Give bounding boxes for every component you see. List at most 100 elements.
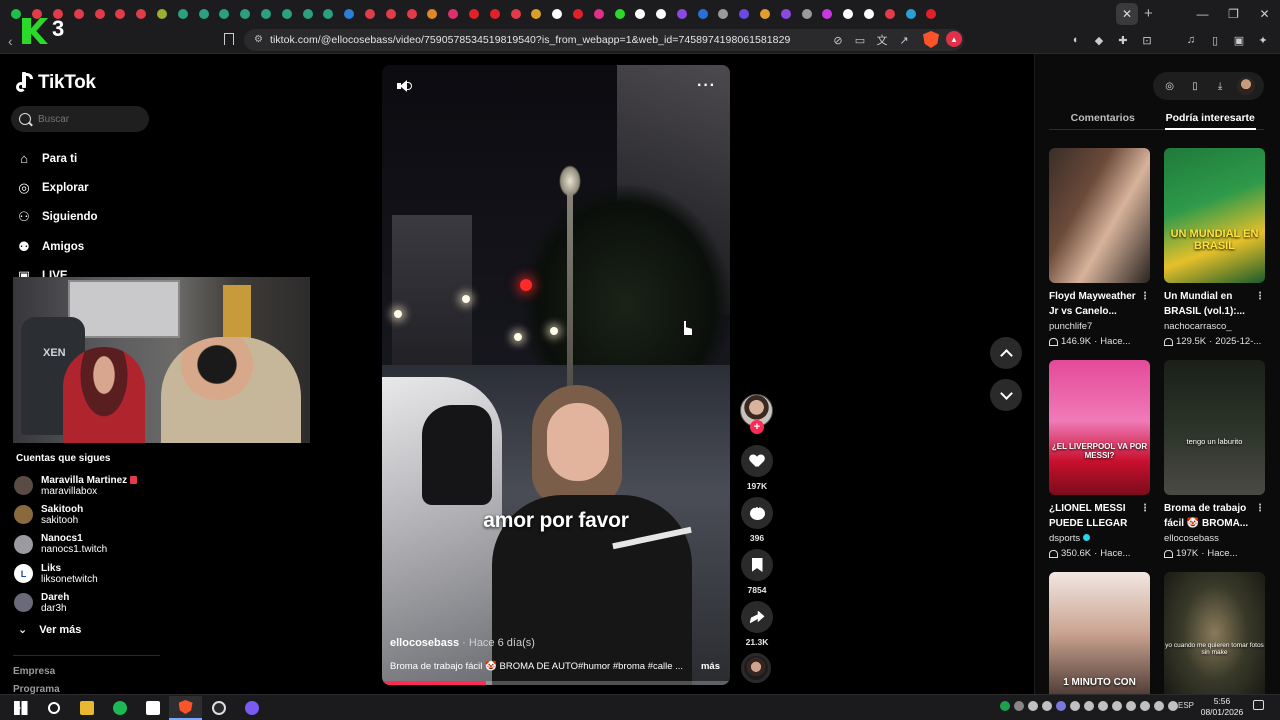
video-author-name[interactable]: ellocosebass <box>390 637 459 649</box>
browser-tab[interactable] <box>443 0 464 27</box>
suggested-video-card[interactable]: ¿EL LIVERPOOL VA POR MESSI? ¿LIONEL MESS… <box>1049 360 1150 559</box>
taskbar-search-button[interactable] <box>37 696 70 720</box>
browser-tab[interactable] <box>172 0 193 27</box>
cast-icon[interactable]: ▭ <box>852 32 868 48</box>
browser-tab[interactable] <box>401 0 422 27</box>
description-more-link[interactable]: más <box>701 661 720 672</box>
file-explorer-button[interactable] <box>70 696 103 720</box>
next-video-button[interactable] <box>990 379 1022 411</box>
tray-app-icon[interactable] <box>1140 701 1150 711</box>
search-input[interactable] <box>38 113 138 125</box>
start-button[interactable] <box>4 696 37 720</box>
browser-tab[interactable] <box>152 0 173 27</box>
suggested-video-card[interactable]: yo cuando me quieren tomar fotos sin mak… <box>1164 572 1265 694</box>
volume-icon[interactable] <box>396 78 412 94</box>
followed-account[interactable]: Sakitooh sakitooh <box>14 500 137 529</box>
browser-tab[interactable] <box>734 0 755 27</box>
browser-tab[interactable] <box>297 0 318 27</box>
maximize-button[interactable]: ❐ <box>1218 0 1249 27</box>
reader-icon[interactable]: ⊘ <box>830 32 846 48</box>
browser-tab[interactable] <box>651 0 672 27</box>
tray-app-icon[interactable] <box>1028 701 1038 711</box>
browser-tab[interactable] <box>193 0 214 27</box>
browser-tab[interactable] <box>360 0 381 27</box>
browser-tab[interactable] <box>276 0 297 27</box>
obs-button[interactable] <box>202 696 235 720</box>
browser-tab[interactable] <box>900 0 921 27</box>
minimize-button[interactable]: — <box>1187 0 1218 27</box>
translate-icon[interactable]: 文 <box>874 32 890 48</box>
browser-tab[interactable] <box>318 0 339 27</box>
puzzle-icon[interactable]: ✚ <box>1114 32 1132 48</box>
browser-tab[interactable] <box>547 0 568 27</box>
suggested-video-card[interactable]: 1 MINUTO CON <box>1049 572 1150 694</box>
browser-tab[interactable] <box>817 0 838 27</box>
tray-app-icon[interactable] <box>1112 701 1122 711</box>
browser-tab[interactable] <box>838 0 859 27</box>
screenshot-icon[interactable]: ⊡ <box>1138 32 1156 48</box>
tab-podria-interesarte[interactable]: Podría interesarte <box>1157 104 1265 130</box>
store-button[interactable] <box>136 696 169 720</box>
browser-tab[interactable] <box>588 0 609 27</box>
url-text[interactable]: tiktok.com/@ellocosebass/video/759057853… <box>270 34 790 46</box>
system-clock[interactable]: 5:56 08/01/2026 <box>1200 696 1244 718</box>
followed-account[interactable]: Maravilla Martinez maravillabox <box>14 471 138 500</box>
browser-tab[interactable] <box>796 0 817 27</box>
compass-small-icon[interactable]: ◎ <box>1162 78 1178 94</box>
sidebar-item-amigos[interactable]: ⚉ Amigos <box>16 232 98 261</box>
browser-tab[interactable] <box>755 0 776 27</box>
browser-tab[interactable] <box>214 0 235 27</box>
sidebar-item-para-ti[interactable]: ⌂ Para ti <box>16 144 98 173</box>
extension-icon[interactable]: ◆ <box>1090 32 1108 48</box>
video-thumbnail[interactable]: tengo un laburito <box>1164 360 1265 495</box>
video-thumbnail[interactable]: UN MUNDIAL EN BRASIL <box>1164 148 1265 283</box>
suggested-video-card[interactable]: tengo un laburito Broma de trabajo fácil… <box>1164 360 1265 559</box>
browser-tab[interactable] <box>609 0 630 27</box>
phone-icon[interactable]: ▯ <box>1187 78 1203 94</box>
card-more-icon[interactable]: ⋮ <box>1140 501 1150 516</box>
followed-account[interactable]: L Liks liksonetwitch <box>14 559 137 588</box>
music-disc[interactable] <box>741 653 771 683</box>
video-thumbnail[interactable]: yo cuando me quieren tomar fotos sin mak… <box>1164 572 1265 694</box>
close-window-button[interactable]: ✕ <box>1249 0 1280 27</box>
share-button[interactable] <box>741 601 773 633</box>
wallet-icon[interactable]: ▣ <box>1230 32 1248 48</box>
browser-tab[interactable] <box>630 0 651 27</box>
video-author[interactable]: ellocosebass · Hace 6 día(s) <box>390 637 535 649</box>
card-more-icon[interactable]: ⋮ <box>1255 289 1265 304</box>
browser-tab[interactable] <box>775 0 796 27</box>
tray-app-icon[interactable] <box>1084 701 1094 711</box>
new-tab-button[interactable]: + <box>1144 5 1153 22</box>
language-indicator[interactable]: ESP <box>1178 701 1194 710</box>
tray-app-icon[interactable] <box>1168 701 1178 711</box>
browser-tab[interactable] <box>879 0 900 27</box>
music-icon[interactable]: ♫ <box>1182 32 1200 48</box>
video-progress-bar[interactable] <box>382 681 730 685</box>
browser-tab[interactable] <box>256 0 277 27</box>
video-thumbnail[interactable]: 1 MINUTO CON <box>1049 572 1150 694</box>
browser-tab[interactable] <box>380 0 401 27</box>
active-tab-close-icon[interactable]: ✕ <box>1116 3 1138 25</box>
browser-tab[interactable] <box>339 0 360 27</box>
comment-button[interactable] <box>741 497 773 529</box>
tiktok-logo[interactable]: TikTok <box>16 72 96 94</box>
site-info-icon[interactable]: ⚙ <box>254 34 263 45</box>
card-author[interactable]: dsports <box>1049 533 1080 544</box>
tab-comentarios[interactable]: Comentarios <box>1049 104 1157 129</box>
browser-tab[interactable] <box>526 0 547 27</box>
spotify-button[interactable] <box>103 696 136 720</box>
follow-plus-icon[interactable]: + <box>750 420 764 434</box>
previous-video-button[interactable] <box>990 337 1022 369</box>
browser-tab[interactable] <box>484 0 505 27</box>
browser-tab[interactable] <box>464 0 485 27</box>
tray-app-icon[interactable] <box>1126 701 1136 711</box>
audio-icon[interactable]: ◖ <box>1066 32 1084 48</box>
sidebar-toggle-icon[interactable]: ▯ <box>1206 32 1224 48</box>
like-button[interactable] <box>741 445 773 477</box>
browser-tab[interactable] <box>859 0 880 27</box>
browser-tab[interactable] <box>692 0 713 27</box>
profile-avatar[interactable] <box>1237 77 1256 95</box>
brave-rewards-icon[interactable]: ▲ <box>946 31 962 47</box>
sidebar-item-explorar[interactable]: ◎ Explorar <box>16 173 98 202</box>
search-box[interactable] <box>11 106 149 132</box>
